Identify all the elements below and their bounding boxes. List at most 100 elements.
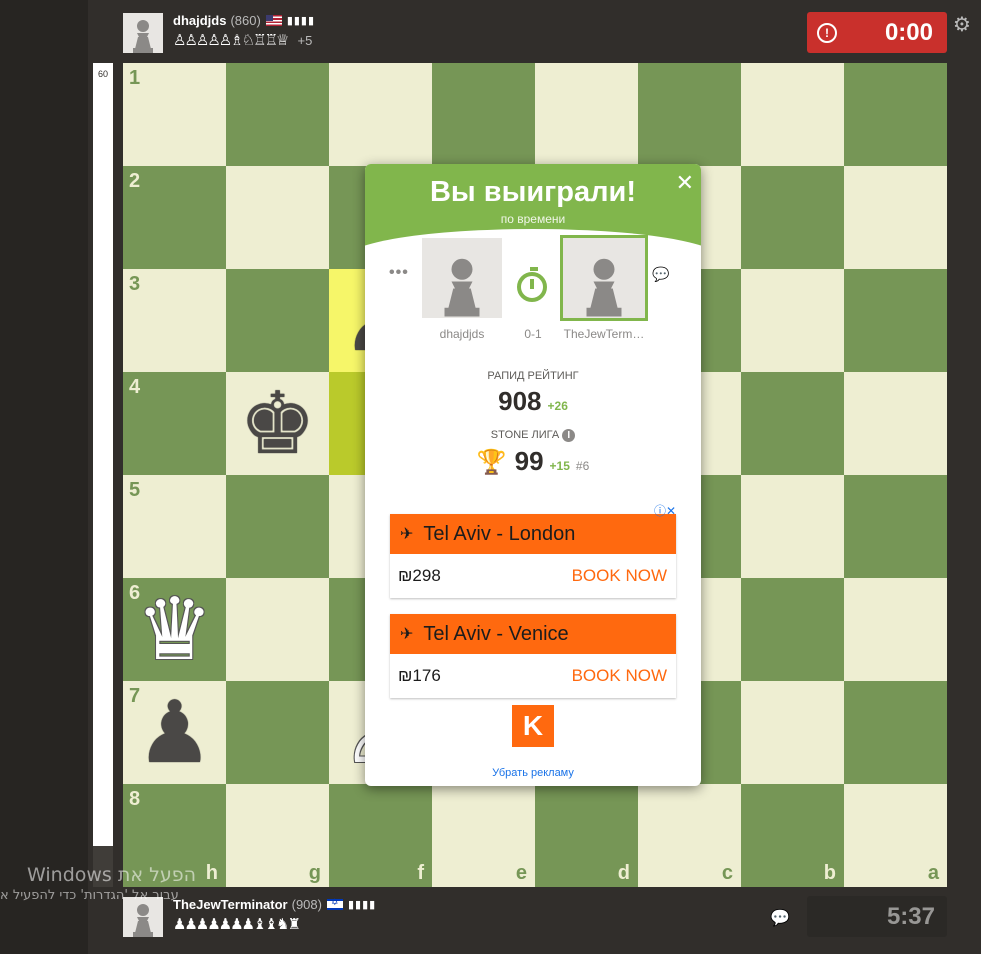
square-g8[interactable]: g [226, 784, 329, 887]
pawn-avatar-icon [586, 258, 622, 317]
modal-player2-name: TheJewTerm… [563, 327, 645, 341]
square-c8[interactable]: c [638, 784, 741, 887]
league-delta: +15 [549, 459, 570, 473]
bottom-player-rating: (908) [291, 897, 322, 912]
square-a2[interactable] [844, 166, 947, 269]
rank-label: 8 [129, 788, 141, 810]
connection-bars-icon: ▮▮▮▮ [347, 899, 377, 911]
remove-ads-link[interactable]: Убрать рекламу [365, 767, 701, 779]
connection-bars-icon: ▮▮▮▮ [286, 15, 316, 27]
square-b3[interactable] [741, 269, 844, 372]
gear-icon[interactable]: ⚙ [953, 12, 971, 37]
kayak-logo[interactable]: K [512, 705, 554, 747]
square-g1[interactable] [226, 63, 329, 166]
top-clock: ! 0:00 [807, 12, 947, 53]
square-g3[interactable] [226, 269, 329, 372]
file-label: h [205, 862, 218, 884]
square-a3[interactable] [844, 269, 947, 372]
rating-label: РАПИД РЕЙТИНГ [487, 370, 579, 382]
windows-activation-watermark: Windows הפעל את [27, 864, 197, 886]
adchoices-icon[interactable]: ⓘ✕ [654, 502, 676, 519]
game-result: 0-1 [524, 327, 542, 341]
square-b4[interactable] [741, 372, 844, 475]
top-clock-time: 0:00 [884, 18, 933, 46]
square-b6[interactable] [741, 578, 844, 681]
more-options-icon[interactable]: ••• [389, 264, 409, 282]
square-c1[interactable] [638, 63, 741, 166]
ad-route: Tel Aviv - Venice [423, 622, 569, 645]
modal-players: ••• 💬 dhajdjds 0-1 TheJewTerm… [365, 235, 701, 348]
top-player-bar: dhajdjds (860) ▮▮▮▮ ♙♙♙♙♙♗♘♖♖♕ +5 [123, 13, 315, 53]
square-g2[interactable] [226, 166, 329, 269]
square-g4[interactable]: ♚ [226, 372, 329, 475]
plane-icon: ✈ [400, 626, 414, 643]
chat-icon[interactable]: 💬 [652, 266, 669, 283]
square-a6[interactable] [844, 578, 947, 681]
top-player-name[interactable]: dhajdjds [173, 13, 226, 28]
square-h5[interactable]: 5 [123, 475, 226, 578]
trophy-icon: 🏆 [476, 449, 507, 476]
flight-ad[interactable]: ✈ Tel Aviv - London ₪298 BOOK NOW [390, 514, 676, 598]
flight-ad[interactable]: ✈ Tel Aviv - Venice ₪176 BOOK NOW [390, 614, 676, 698]
modal-player1-avatar[interactable] [422, 238, 502, 318]
modal-player2-avatar[interactable] [560, 235, 648, 321]
square-a7[interactable] [844, 681, 947, 784]
us-flag-icon [265, 15, 282, 26]
bottom-clock: 5:37 [807, 896, 947, 937]
info-icon[interactable]: i [562, 429, 576, 442]
rank-label: 3 [129, 273, 141, 295]
bottom-player-name[interactable]: TheJewTerminator [173, 897, 288, 912]
square-h7[interactable]: 7 ♟ [123, 681, 226, 784]
stopwatch-icon [517, 267, 547, 302]
evaluation-bar-white [93, 63, 113, 846]
square-f1[interactable] [329, 63, 432, 166]
modal-player1-name: dhajdjds [439, 327, 485, 341]
top-player-avatar[interactable] [123, 13, 163, 53]
ad-route: Tel Aviv - London [423, 522, 576, 545]
square-b7[interactable] [741, 681, 844, 784]
ad-container: ⓘ✕ ✈ Tel Aviv - London ₪298 BOOK NOW ✈ Tel… [390, 504, 676, 698]
square-g5[interactable] [226, 475, 329, 578]
square-a4[interactable] [844, 372, 947, 475]
square-a1[interactable] [844, 63, 947, 166]
square-e8[interactable]: e [432, 784, 535, 887]
square-f8[interactable]: f [329, 784, 432, 887]
book-now-button[interactable]: BOOK NOW [572, 666, 667, 686]
file-label: e [515, 862, 527, 884]
square-b5[interactable] [741, 475, 844, 578]
file-label: g [308, 862, 321, 884]
israel-flag-icon [326, 897, 343, 910]
bottom-player-avatar[interactable] [123, 897, 163, 937]
square-e1[interactable] [432, 63, 535, 166]
square-d8[interactable]: d [535, 784, 638, 887]
top-player-rating: (860) [230, 13, 261, 28]
game-over-modal: Вы выиграли! по времени ✕ ••• 💬 dhajdjds… [365, 164, 701, 786]
timeout-icon: ! [817, 22, 837, 43]
square-a8[interactable]: a [844, 784, 947, 887]
bottom-captured-pieces: ♟♟♟♟♟♟♟♝♝♞♜ [173, 916, 301, 933]
square-h3[interactable]: 3 [123, 269, 226, 372]
black-piece[interactable]: ♚ [226, 372, 329, 475]
square-g6[interactable] [226, 578, 329, 681]
black-piece[interactable]: ♟ [123, 681, 226, 784]
square-h6[interactable]: 6 ♛ [123, 578, 226, 681]
file-label: c [721, 862, 733, 884]
square-d1[interactable] [535, 63, 638, 166]
square-b8[interactable]: b [741, 784, 844, 887]
square-g7[interactable] [226, 681, 329, 784]
ad-price: ₪298 [398, 566, 441, 585]
close-icon[interactable]: ✕ [676, 170, 694, 196]
white-piece[interactable]: ♛ [123, 578, 226, 681]
league-rank: #6 [575, 459, 590, 473]
book-now-button[interactable]: BOOK NOW [572, 566, 667, 586]
square-b2[interactable] [741, 166, 844, 269]
square-h2[interactable]: 2 [123, 166, 226, 269]
square-a5[interactable] [844, 475, 947, 578]
rank-label: 5 [129, 479, 141, 501]
square-h1[interactable]: 1 [123, 63, 226, 166]
square-h4[interactable]: 4 [123, 372, 226, 475]
file-label: f [417, 862, 424, 884]
square-b1[interactable] [741, 63, 844, 166]
chat-icon[interactable]: 💬 [770, 908, 790, 928]
pawn-avatar-icon [133, 904, 153, 937]
